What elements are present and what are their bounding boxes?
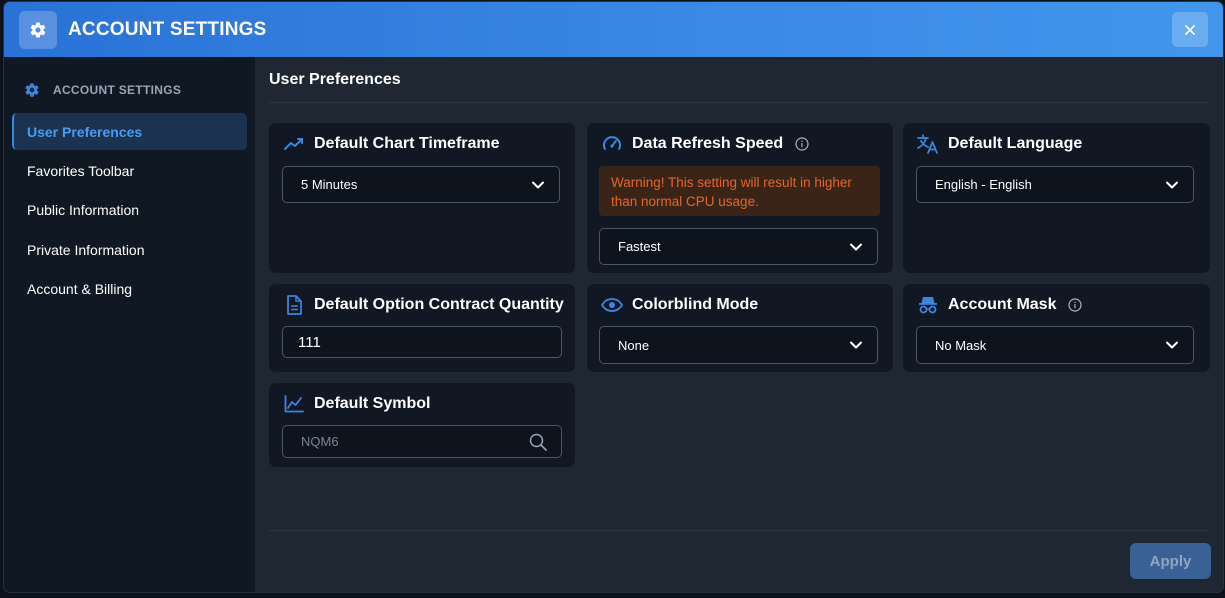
cpu-warning: Warning! This setting will result in hig… [599, 166, 880, 216]
incognito-icon [917, 294, 939, 316]
document-icon [283, 294, 305, 316]
gear-icon [24, 82, 40, 98]
account-settings-modal: ACCOUNT SETTINGS ACCOUNT SETTINGS User P… [4, 2, 1223, 592]
eye-icon [601, 294, 623, 316]
select-value: No Mask [935, 337, 987, 353]
card-refresh-speed: Data Refresh Speed Warning! This setting… [587, 123, 893, 273]
sidebar-item-favorites-toolbar[interactable]: Favorites Toolbar [12, 152, 247, 189]
card-title: Default Symbol [283, 393, 430, 415]
sidebar-item-user-preferences[interactable]: User Preferences [12, 113, 247, 150]
search-placeholder: NQM6 [301, 434, 339, 449]
account-mask-select[interactable]: No Mask [916, 326, 1194, 364]
card-option-quantity: Default Option Contract Quantity 111 [269, 284, 575, 372]
gear-icon [19, 11, 57, 49]
info-icon[interactable] [1068, 298, 1083, 312]
sidebar-item-account-billing[interactable]: Account & Billing [12, 270, 247, 307]
select-value: 5 Minutes [301, 177, 358, 192]
chevron-down-icon [849, 240, 863, 254]
line-chart-icon [283, 393, 305, 415]
footer-divider [269, 530, 1209, 531]
search-icon[interactable] [529, 433, 547, 451]
card-default-language: Default Language English - English [903, 123, 1210, 273]
page-title: User Preferences [269, 71, 401, 88]
sidebar-item-public-information[interactable]: Public Information [12, 191, 247, 228]
card-title-label: Default Chart Timeframe [314, 135, 500, 152]
default-symbol-search-input[interactable]: NQM6 [282, 425, 562, 458]
card-title: Colorblind Mode [601, 294, 758, 316]
colorblind-mode-select[interactable]: None [599, 326, 878, 364]
select-value: None [618, 337, 650, 353]
main-panel: User Preferences Default Chart Timeframe… [255, 57, 1223, 592]
card-title-label: Default Option Contract Quantity [314, 296, 564, 313]
apply-button[interactable]: Apply [1130, 543, 1211, 579]
card-title-label: Account Mask [948, 296, 1057, 313]
modal-header: ACCOUNT SETTINGS [4, 2, 1223, 57]
chevron-down-icon [849, 338, 863, 352]
sidebar-heading: ACCOUNT SETTINGS [24, 82, 181, 98]
card-colorblind-mode: Colorblind Mode None [587, 284, 893, 372]
divider [269, 102, 1209, 103]
modal-title: ACCOUNT SETTINGS [68, 19, 267, 40]
info-icon[interactable] [795, 137, 809, 151]
card-title-label: Data Refresh Speed [632, 135, 784, 152]
trending-up-icon [283, 133, 305, 155]
card-default-symbol: Default Symbol NQM6 [269, 383, 575, 467]
card-title: Account Mask [917, 294, 1083, 316]
chevron-down-icon [531, 178, 545, 192]
card-title-label: Default Symbol [314, 395, 431, 412]
card-title-label: Colorblind Mode [632, 296, 759, 313]
card-title: Default Option Contract Quantity [283, 294, 564, 316]
option-quantity-input[interactable]: 111 [282, 326, 562, 358]
sidebar-heading-label: ACCOUNT SETTINGS [53, 83, 182, 97]
select-value: Fastest [618, 239, 661, 254]
card-account-mask: Account Mask No Mask [903, 284, 1210, 372]
card-title-label: Default Language [948, 135, 1083, 152]
card-title: Default Chart Timeframe [283, 133, 500, 155]
chart-timeframe-select[interactable]: 5 Minutes [282, 166, 560, 203]
sidebar: ACCOUNT SETTINGS User Preferences Favori… [4, 57, 255, 592]
chevron-down-icon [1165, 178, 1179, 192]
close-icon[interactable] [1184, 24, 1196, 36]
refresh-speed-select[interactable]: Fastest [599, 228, 878, 265]
card-title: Default Language [917, 133, 1082, 155]
card-title: Data Refresh Speed [601, 133, 809, 155]
language-select[interactable]: English - English [916, 166, 1194, 203]
sidebar-item-private-information[interactable]: Private Information [12, 231, 247, 268]
translate-icon [917, 133, 939, 155]
select-value: English - English [935, 177, 1032, 192]
chevron-down-icon [1165, 338, 1179, 352]
speedometer-icon [601, 133, 623, 155]
close-button[interactable] [1172, 12, 1208, 47]
card-chart-timeframe: Default Chart Timeframe 5 Minutes [269, 123, 575, 273]
